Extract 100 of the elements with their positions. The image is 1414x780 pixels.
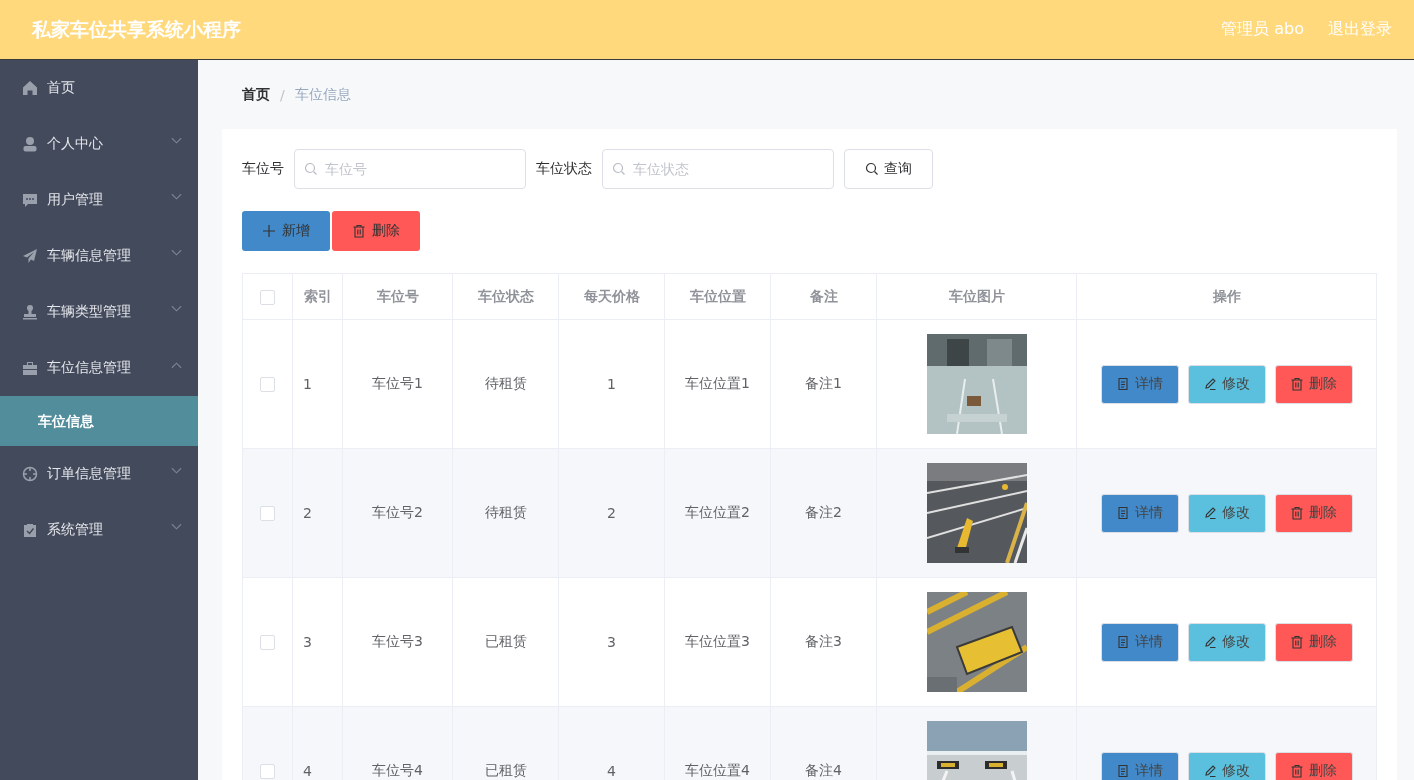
table-cell: 待租赁	[484, 375, 527, 391]
column-header: 索引	[303, 287, 332, 304]
field-label: 车位号	[242, 160, 284, 178]
row-checkbox[interactable]	[260, 506, 275, 522]
table-cell: 车位号2	[372, 504, 423, 520]
table-cell: 车位号4	[372, 762, 423, 778]
table-cell: 1	[303, 376, 312, 392]
column-header: 备注	[809, 287, 838, 304]
column-header: 车位状态	[477, 287, 534, 304]
select-all-checkbox[interactable]	[260, 289, 275, 305]
table-cell: 3	[607, 634, 616, 650]
paper-plane-icon	[22, 248, 38, 264]
table-cell: 车位位置3	[685, 633, 750, 649]
sidebar-item[interactable]: 用户管理	[0, 172, 198, 228]
delete-button[interactable]: 删除	[1274, 622, 1353, 662]
detail-button[interactable]: 详情	[1100, 364, 1179, 404]
document-icon	[1116, 764, 1130, 778]
chevron-down-icon	[171, 523, 182, 531]
table-cell: 车位位置1	[685, 375, 750, 391]
trash-icon	[1290, 377, 1304, 391]
edit-button[interactable]: 修改	[1187, 751, 1266, 780]
chevron-down-icon	[171, 193, 182, 201]
table-cell: 已租赁	[484, 762, 527, 778]
delete-button[interactable]: 删除	[1274, 493, 1353, 533]
pencil-icon	[1203, 764, 1217, 778]
chevron-down-icon	[171, 137, 182, 145]
pencil-icon	[1203, 635, 1217, 649]
row-checkbox[interactable]	[260, 764, 275, 780]
sidebar-item[interactable]: 车辆类型管理	[0, 284, 198, 340]
query-button[interactable]: 查询	[844, 149, 933, 189]
chat-bubble-icon	[22, 192, 38, 208]
edit-button[interactable]: 修改	[1187, 364, 1266, 404]
sidebar-item[interactable]: 系统管理	[0, 502, 198, 558]
trash-icon	[352, 224, 366, 238]
table-cell: 4	[607, 763, 616, 779]
table-cell: 备注3	[805, 633, 842, 649]
detail-button[interactable]: 详情	[1100, 751, 1179, 780]
chevron-down-icon	[171, 305, 182, 313]
sidebar-item[interactable]: 车位信息管理	[0, 340, 198, 396]
document-icon	[1116, 377, 1130, 391]
column-header: 车位位置	[689, 287, 746, 304]
chevron-down-icon	[171, 467, 182, 475]
row-checkbox[interactable]	[260, 377, 275, 393]
add-button[interactable]: 新增	[242, 211, 330, 251]
table-cell: 已租赁	[484, 633, 527, 649]
chevron-down-icon	[171, 249, 182, 257]
app-title: 私家车位共享系统小程序	[32, 16, 241, 42]
breadcrumb-link[interactable]: 首页	[242, 85, 270, 104]
column-header: 车位号	[376, 287, 419, 304]
sidebar-item[interactable]: 个人中心	[0, 116, 198, 172]
document-icon	[1116, 506, 1130, 520]
trash-icon	[1290, 506, 1304, 520]
table-cell: 备注1	[805, 375, 842, 391]
table-cell: 2	[607, 505, 616, 521]
table-cell: 待租赁	[484, 504, 527, 520]
admin-name: 管理员 abo	[1221, 19, 1304, 40]
detail-button[interactable]: 详情	[1100, 493, 1179, 533]
delete-button[interactable]: 删除	[1274, 751, 1353, 780]
briefcase-icon	[22, 360, 38, 376]
table-cell: 3	[303, 634, 312, 650]
table-cell: 车位号3	[372, 633, 423, 649]
table-cell: 车位号1	[372, 375, 423, 391]
plus-icon	[262, 224, 276, 238]
detail-button[interactable]: 详情	[1100, 622, 1179, 662]
column-header: 操作	[1212, 287, 1241, 304]
table-cell: 备注4	[805, 762, 842, 778]
table-cell: 车位位置4	[685, 762, 750, 778]
field-label: 车位状态	[536, 160, 592, 178]
edit-button[interactable]: 修改	[1187, 622, 1266, 662]
trash-icon	[1290, 764, 1304, 778]
trash-icon	[1290, 635, 1304, 649]
table-cell: 4	[303, 763, 312, 779]
table-cell: 车位位置2	[685, 504, 750, 520]
table-cell: 1	[607, 376, 616, 392]
pencil-icon	[1203, 377, 1217, 391]
chevron-up-icon	[171, 361, 182, 369]
delete-button[interactable]: 删除	[1274, 364, 1353, 404]
stamp-icon	[22, 304, 38, 320]
column-header: 车位图片	[948, 287, 1005, 304]
row-checkbox[interactable]	[260, 635, 275, 651]
sidebar-subitem[interactable]: 车位信息	[0, 396, 198, 446]
crosshair-icon	[22, 466, 38, 482]
sidebar-item[interactable]: 车辆信息管理	[0, 228, 198, 284]
search-field[interactable]: 车位状态	[602, 149, 834, 189]
search-icon	[304, 162, 318, 176]
search-icon	[612, 162, 626, 176]
house-icon	[22, 80, 38, 96]
edit-button[interactable]: 修改	[1187, 493, 1266, 533]
document-icon	[1116, 635, 1130, 649]
clipboard-icon	[22, 522, 38, 538]
delete-button[interactable]: 删除	[332, 211, 420, 251]
table-cell: 备注2	[805, 504, 842, 520]
sidebar-item[interactable]: 首页	[0, 60, 198, 116]
pencil-icon	[1203, 506, 1217, 520]
person-icon	[22, 136, 38, 152]
table-cell: 2	[303, 505, 312, 521]
sidebar-item[interactable]: 订单信息管理	[0, 446, 198, 502]
column-header: 每天价格	[583, 287, 640, 304]
search-field[interactable]: 车位号	[294, 149, 526, 189]
breadcrumb-separator: /	[280, 86, 285, 103]
